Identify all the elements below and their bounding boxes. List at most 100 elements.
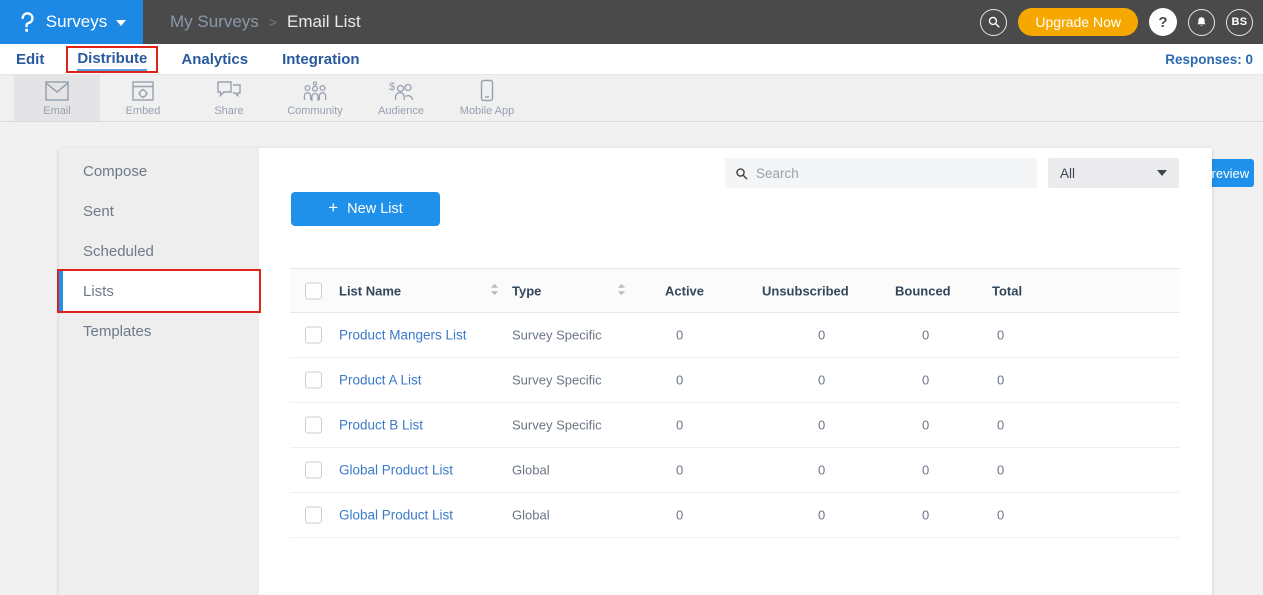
column-unsubscribed: Unsubscribed — [762, 283, 849, 298]
audience-icon: $ — [387, 80, 415, 102]
active-count: 0 — [676, 373, 683, 388]
sort-icon[interactable] — [617, 283, 626, 299]
bounced-count: 0 — [922, 418, 929, 433]
sidebar-item-compose[interactable]: Compose — [59, 151, 259, 191]
list-name-link[interactable]: Product B List — [339, 418, 423, 433]
table-row: Global Product List Global 0 0 0 0 — [290, 493, 1180, 538]
search-button[interactable] — [980, 9, 1007, 36]
list-name-link[interactable]: Global Product List — [339, 463, 453, 478]
tab-distribute-annotated[interactable]: Distribute — [66, 46, 158, 73]
sidebar-item-lists[interactable]: Lists — [59, 271, 259, 311]
responses-count[interactable]: Responses: 0 — [1165, 52, 1263, 67]
table-header-row: List Name Type Active Unsubscribed Bounc… — [290, 268, 1180, 313]
list-name-link[interactable]: Product Mangers List — [339, 328, 467, 343]
lists-main: All + New List List Name Type Active Uns… — [259, 148, 1212, 595]
channel-label: Email — [43, 105, 71, 117]
list-type: Survey Specific — [512, 373, 602, 388]
breadcrumb-my-surveys[interactable]: My Surveys — [170, 12, 259, 32]
channel-audience[interactable]: $ Audience — [358, 75, 444, 121]
channel-tabs: Email Embed Share — [14, 75, 530, 121]
new-list-label: New List — [347, 201, 403, 217]
top-bar: Surveys My Surveys > Email List Upgrade … — [0, 0, 1263, 44]
questionpro-distribute-screen: Surveys My Surveys > Email List Upgrade … — [0, 0, 1263, 595]
breadcrumb-current-page: Email List — [287, 12, 361, 32]
channel-label: Embed — [126, 105, 161, 117]
row-checkbox[interactable] — [305, 417, 322, 434]
list-search-box — [725, 158, 1037, 188]
column-list-name[interactable]: List Name — [339, 283, 401, 298]
list-name-link[interactable]: Global Product List — [339, 508, 453, 523]
tab-distribute[interactable]: Distribute — [77, 50, 147, 71]
unsubscribed-count: 0 — [818, 373, 825, 388]
user-avatar[interactable]: BS — [1226, 9, 1253, 36]
unsubscribed-count: 0 — [818, 418, 825, 433]
column-type[interactable]: Type — [512, 283, 541, 298]
sidebar-item-sent[interactable]: Sent — [59, 191, 259, 231]
channel-mobile-app[interactable]: Mobile App — [444, 75, 530, 121]
embed-icon — [131, 80, 155, 102]
table-row: Global Product List Global 0 0 0 0 — [290, 448, 1180, 493]
breadcrumb-separator: > — [269, 14, 277, 30]
row-checkbox[interactable] — [305, 507, 322, 524]
bounced-count: 0 — [922, 328, 929, 343]
upgrade-now-button[interactable]: Upgrade Now — [1018, 8, 1138, 36]
column-total: Total — [992, 283, 1022, 298]
distribute-toolbar: Email Embed Share — [0, 75, 1263, 122]
list-search-input[interactable] — [756, 166, 1027, 181]
row-checkbox[interactable] — [305, 372, 322, 389]
list-type-filter-dropdown[interactable]: All — [1048, 158, 1179, 188]
channel-label: Mobile App — [460, 105, 514, 117]
active-count: 0 — [676, 418, 683, 433]
help-button[interactable]: ? — [1149, 8, 1177, 36]
mobile-app-icon — [480, 79, 494, 102]
filter-selected-value: All — [1060, 166, 1075, 181]
total-count: 0 — [997, 328, 1004, 343]
channel-embed[interactable]: Embed — [100, 75, 186, 121]
channel-label: Audience — [378, 105, 424, 117]
plus-icon: + — [328, 198, 338, 218]
table-row: Product B List Survey Specific 0 0 0 0 — [290, 403, 1180, 448]
list-type: Global — [512, 508, 550, 523]
sidebar-item-scheduled[interactable]: Scheduled — [59, 231, 259, 271]
select-all-checkbox[interactable] — [305, 282, 322, 299]
list-type: Global — [512, 463, 550, 478]
search-icon — [735, 167, 748, 180]
active-count: 0 — [676, 508, 683, 523]
channel-share[interactable]: Share — [186, 75, 272, 121]
share-icon — [216, 80, 242, 102]
list-type: Survey Specific — [512, 418, 602, 433]
channel-label: Community — [287, 105, 343, 117]
bell-icon — [1194, 15, 1209, 30]
bounced-count: 0 — [922, 373, 929, 388]
chevron-down-icon — [116, 20, 126, 26]
envelope-icon — [44, 80, 70, 102]
avatar-initials: BS — [1232, 16, 1248, 28]
top-actions: Upgrade Now ? BS — [980, 8, 1263, 36]
survey-nav-tabs: Edit Distribute Analytics Integration Re… — [0, 44, 1263, 75]
channel-label: Share — [214, 105, 243, 117]
total-count: 0 — [997, 418, 1004, 433]
notifications-button[interactable] — [1188, 9, 1215, 36]
sort-icon[interactable] — [490, 283, 499, 299]
row-checkbox[interactable] — [305, 327, 322, 344]
new-list-button[interactable]: + New List — [291, 192, 440, 226]
channel-email[interactable]: Email — [14, 75, 100, 121]
sidebar-item-templates[interactable]: Templates — [59, 311, 259, 351]
tab-integration[interactable]: Integration — [282, 51, 360, 68]
column-active: Active — [665, 283, 704, 298]
tab-analytics[interactable]: Analytics — [181, 51, 248, 68]
row-checkbox[interactable] — [305, 462, 322, 479]
channel-community[interactable]: Community — [272, 75, 358, 121]
total-count: 0 — [997, 508, 1004, 523]
product-switcher[interactable]: Surveys — [0, 0, 143, 44]
svg-text:$: $ — [389, 81, 395, 93]
active-count: 0 — [676, 328, 683, 343]
tab-edit[interactable]: Edit — [16, 51, 44, 68]
total-count: 0 — [997, 373, 1004, 388]
column-bounced: Bounced — [895, 283, 951, 298]
list-name-link[interactable]: Product A List — [339, 373, 422, 388]
questionpro-logo-icon — [17, 10, 37, 34]
breadcrumb: My Surveys > Email List — [170, 12, 361, 32]
list-type: Survey Specific — [512, 328, 602, 343]
total-count: 0 — [997, 463, 1004, 478]
